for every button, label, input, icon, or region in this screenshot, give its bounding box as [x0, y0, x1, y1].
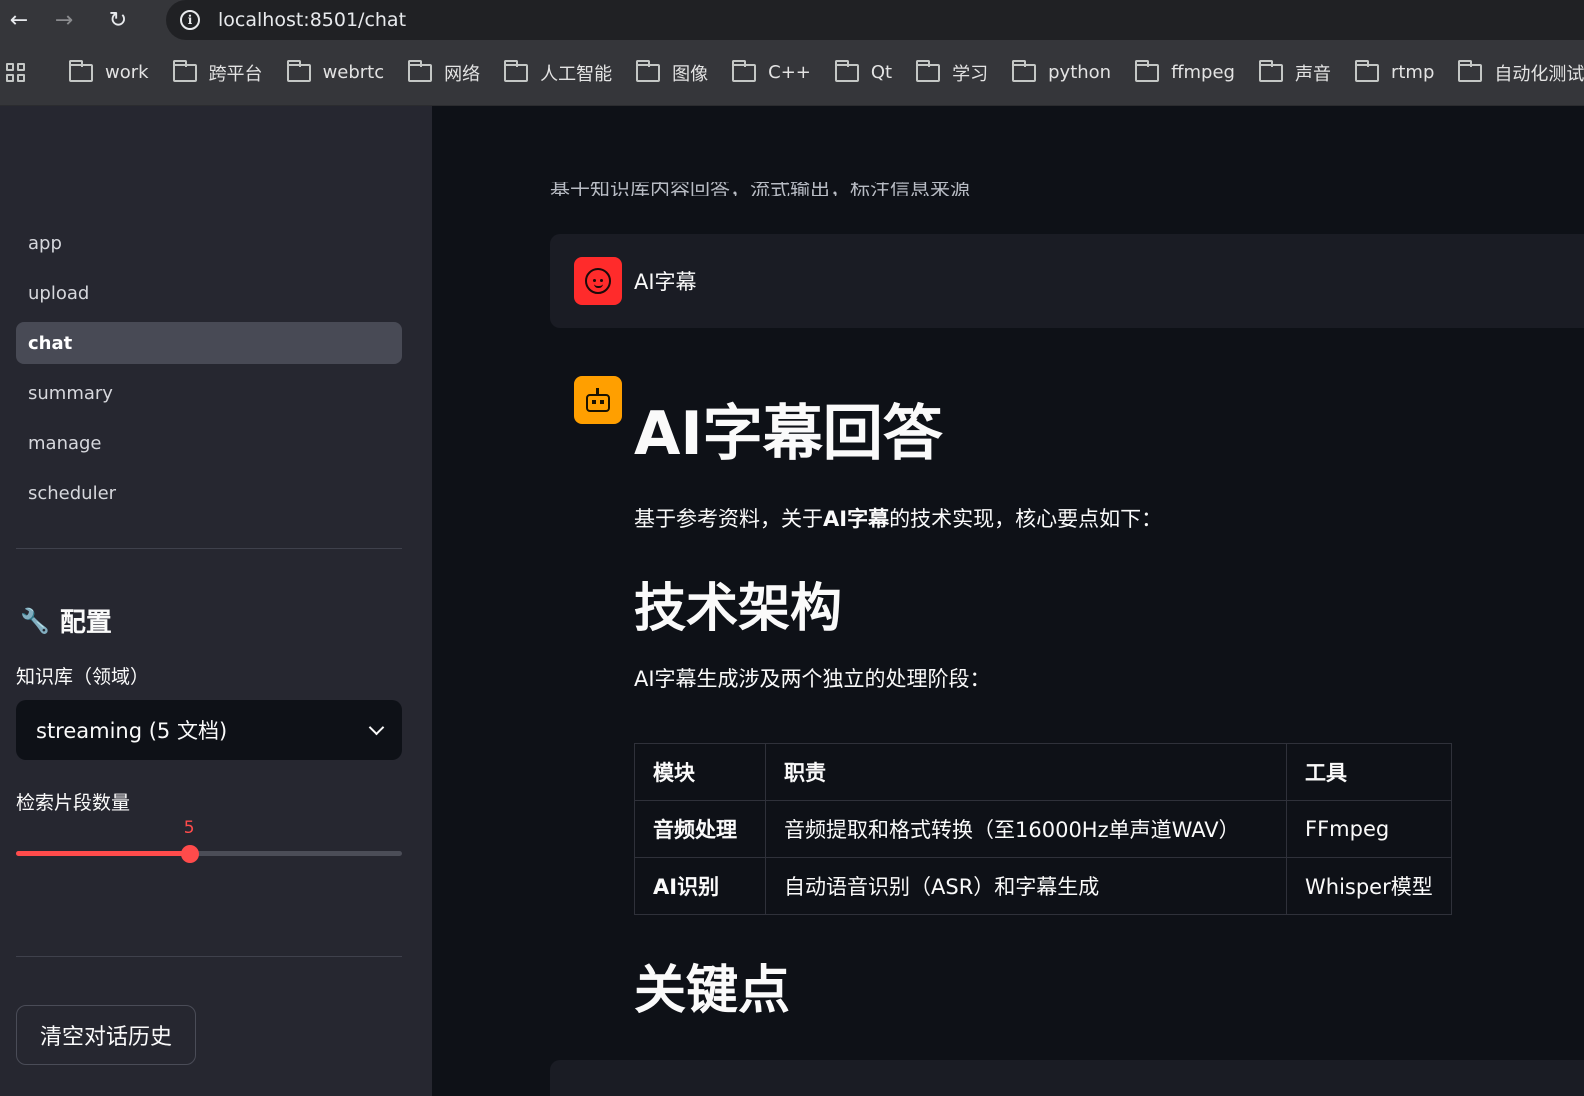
table-row: 音频处理 音频提取和格式转换（至16000Hz单声道WAV） FFmpeg	[634, 800, 1452, 858]
page-caption: 基于知识库内容回答，流式输出，标注信息来源	[550, 182, 970, 196]
folder-icon	[286, 59, 311, 82]
slider-thumb[interactable]	[180, 845, 199, 863]
folder-icon	[1258, 59, 1283, 82]
section-heading-keypoints: 关键点	[634, 961, 791, 1021]
kb-label: 知识库（领域）	[16, 666, 150, 688]
kb-select[interactable]: streaming (5 文档)	[16, 700, 402, 760]
table-header: 工具	[1286, 743, 1452, 801]
address-bar[interactable]: i localhost:8501/chat	[166, 0, 1584, 40]
site-info-icon[interactable]: i	[166, 0, 214, 40]
code-block	[550, 1060, 1584, 1096]
table-row: AI识别 自动语音识别（ASR）和字幕生成 Whisper模型	[634, 857, 1452, 915]
table-cell: 自动语音识别（ASR）和字幕生成	[765, 857, 1287, 915]
folder-icon	[408, 59, 433, 82]
bookmark-folder[interactable]: 声音	[1258, 59, 1331, 86]
folder-icon	[1458, 59, 1483, 82]
architecture-description: AI字幕生成涉及两个独立的处理阶段：	[634, 667, 991, 691]
sidebar: app upload chat summary manage scheduler…	[0, 106, 432, 1096]
kb-select-value: streaming (5 文档)	[36, 719, 228, 743]
table-header-row: 模块 职责 工具	[634, 743, 1452, 801]
url-text[interactable]: localhost:8501/chat	[218, 9, 406, 31]
apps-grid-icon[interactable]	[6, 62, 25, 83]
table-cell: Whisper模型	[1286, 857, 1452, 915]
clear-history-button[interactable]: 清空对话历史	[16, 1005, 196, 1065]
config-heading: 🔧 配置	[20, 606, 112, 639]
answer-intro: 基于参考资料，关于AI字幕的技术实现，核心要点如下：	[634, 507, 1163, 531]
table-cell: AI识别	[634, 857, 766, 915]
table-cell: 音频处理	[634, 800, 766, 858]
main-content: 基于知识库内容回答，流式输出，标注信息来源 AI字幕 AI字幕回答 基于参考资料…	[432, 106, 1584, 1096]
back-arrow-icon[interactable]: ←	[0, 0, 38, 40]
bookmark-folder[interactable]: Qt	[834, 59, 892, 83]
bookmark-folder[interactable]: 人工智能	[504, 59, 612, 86]
wrench-icon: 🔧	[20, 606, 50, 635]
bookmarks-bar: work 跨平台 webrtc 网络 人工智能 图像 C++ Qt 学习 pyt…	[0, 40, 1584, 106]
bookmark-folder[interactable]: C++	[732, 59, 811, 83]
sidebar-item-chat[interactable]: chat	[16, 322, 402, 364]
folder-icon	[172, 59, 197, 82]
assistant-message: AI字幕回答 基于参考资料，关于AI字幕的技术实现，核心要点如下： 技术架构 A…	[634, 398, 1574, 694]
chevron-down-icon	[368, 719, 385, 735]
slider-value: 5	[183, 818, 195, 838]
folder-icon	[69, 59, 93, 82]
bookmark-folder[interactable]: python	[1012, 59, 1111, 83]
bookmark-folder[interactable]: ffmpeg	[1135, 59, 1235, 83]
sidebar-item-scheduler[interactable]: scheduler	[16, 472, 402, 514]
folder-icon	[834, 59, 859, 82]
bookmark-folder[interactable]: webrtc	[286, 59, 384, 83]
sidebar-item-app[interactable]: app	[16, 222, 402, 264]
chunks-label: 检索片段数量	[16, 792, 131, 814]
module-table: 模块 职责 工具 音频处理 音频提取和格式转换（至16000Hz单声道WAV） …	[634, 743, 1452, 915]
folder-icon	[732, 59, 757, 82]
folder-icon	[1135, 59, 1160, 82]
sidebar-divider	[16, 956, 402, 957]
sidebar-item-manage[interactable]: manage	[16, 422, 402, 464]
answer-title: AI字幕回答	[634, 399, 943, 469]
folder-icon	[504, 59, 529, 82]
sidebar-nav: app upload chat summary manage scheduler	[16, 222, 402, 522]
section-heading-architecture: 技术架构	[634, 579, 843, 639]
bot-avatar-icon	[574, 376, 622, 424]
user-chat-message: AI字幕	[550, 234, 1584, 328]
forward-arrow-icon[interactable]: →	[38, 0, 90, 40]
bookmark-folder[interactable]: 跨平台	[172, 59, 263, 86]
sidebar-item-summary[interactable]: summary	[16, 372, 402, 414]
bookmark-folder[interactable]: 网络	[408, 59, 480, 86]
folder-icon	[636, 59, 661, 82]
user-message-text: AI字幕	[634, 270, 697, 294]
table-cell: FFmpeg	[1286, 800, 1452, 858]
sidebar-divider	[16, 548, 402, 549]
table-header: 职责	[765, 743, 1287, 801]
bookmark-folder[interactable]: rtmp	[1354, 59, 1434, 83]
bookmark-folder[interactable]: 自动化测试	[1458, 59, 1584, 86]
user-avatar-icon	[574, 257, 622, 305]
bookmark-folder[interactable]: 学习	[916, 59, 988, 86]
sidebar-item-upload[interactable]: upload	[16, 272, 402, 314]
folder-icon	[916, 59, 941, 82]
folder-icon	[1012, 59, 1037, 82]
bookmark-folder[interactable]: 图像	[636, 59, 708, 86]
bookmark-folder[interactable]: work	[69, 59, 149, 83]
browser-toolbar: ← → ↻ i localhost:8501/chat	[0, 0, 1584, 40]
slider-fill	[16, 851, 190, 856]
table-cell: 音频提取和格式转换（至16000Hz单声道WAV）	[765, 800, 1287, 858]
reload-icon[interactable]: ↻	[90, 0, 146, 40]
folder-icon	[1354, 59, 1379, 82]
table-header: 模块	[634, 743, 766, 801]
